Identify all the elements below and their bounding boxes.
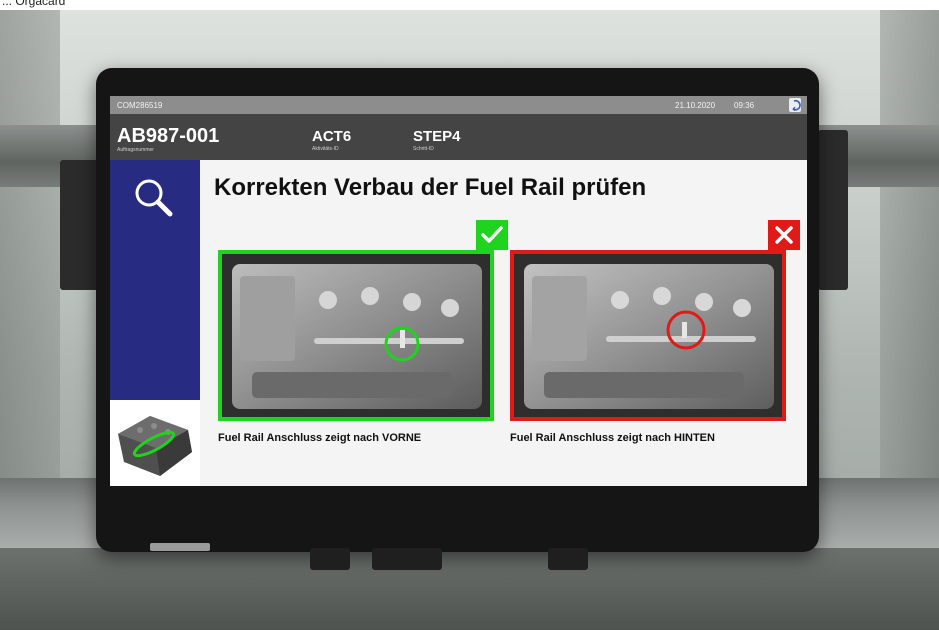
order-number: AB987-001	[117, 125, 220, 147]
incorrect-badge	[768, 220, 800, 250]
tablet-foot-center	[372, 548, 442, 570]
logout-icon[interactable]	[789, 98, 801, 112]
mount-bracket-right	[818, 130, 848, 290]
correct-caption: Fuel Rail Anschluss zeigt nach VORNE	[218, 432, 422, 444]
step-id: STEP4	[413, 128, 461, 145]
search-icon[interactable]	[130, 174, 178, 222]
mount-bracket-left	[60, 160, 100, 290]
order-number-caption: Auftragsnummer	[117, 147, 154, 153]
status-time: 09:36	[734, 101, 755, 110]
status-date: 21.10.2020	[675, 101, 716, 110]
page-title: Korrekten Verbau der Fuel Rail prüfen	[214, 174, 647, 201]
device-id: COM286519	[117, 101, 163, 110]
step-id-caption: Schritt-ID	[413, 146, 434, 152]
incorrect-photo[interactable]	[510, 250, 786, 421]
status-bar: COM286519 21.10.2020 09:36	[110, 96, 807, 114]
task-header: AB987-001 Auftragsnummer ACT6 Aktivitäts…	[110, 114, 807, 160]
incorrect-caption: Fuel Rail Anschluss zeigt nach HINTEN	[510, 432, 715, 444]
tablet-foot-left	[310, 548, 350, 570]
activity-id: ACT6	[312, 128, 352, 145]
tablet-foot-right	[548, 548, 588, 570]
main-content: Korrekten Verbau der Fuel Rail prüfen Fu…	[200, 160, 807, 486]
engine-thumbnail[interactable]	[110, 400, 200, 486]
order-number-block: AB987-001 Auftragsnummer	[117, 126, 219, 153]
correct-badge	[476, 220, 508, 250]
activity-id-caption: Aktivitäts-ID	[312, 146, 339, 152]
tablet-screen: COM286519 21.10.2020 09:36 AB987-001 Auf…	[110, 96, 807, 486]
activity-id-block: ACT6 Aktivitäts-ID	[312, 128, 351, 152]
step-id-block: STEP4 Schritt-ID	[413, 128, 461, 152]
check-icon	[481, 226, 503, 243]
background-floor	[0, 548, 939, 630]
sidebar	[110, 160, 200, 400]
background-caption-strip: ... Orgacard	[0, 0, 939, 10]
close-icon	[775, 226, 793, 244]
tablet-edge-marker	[150, 543, 210, 551]
background-caption: ... Orgacard	[2, 0, 66, 8]
correct-photo[interactable]	[218, 250, 494, 421]
